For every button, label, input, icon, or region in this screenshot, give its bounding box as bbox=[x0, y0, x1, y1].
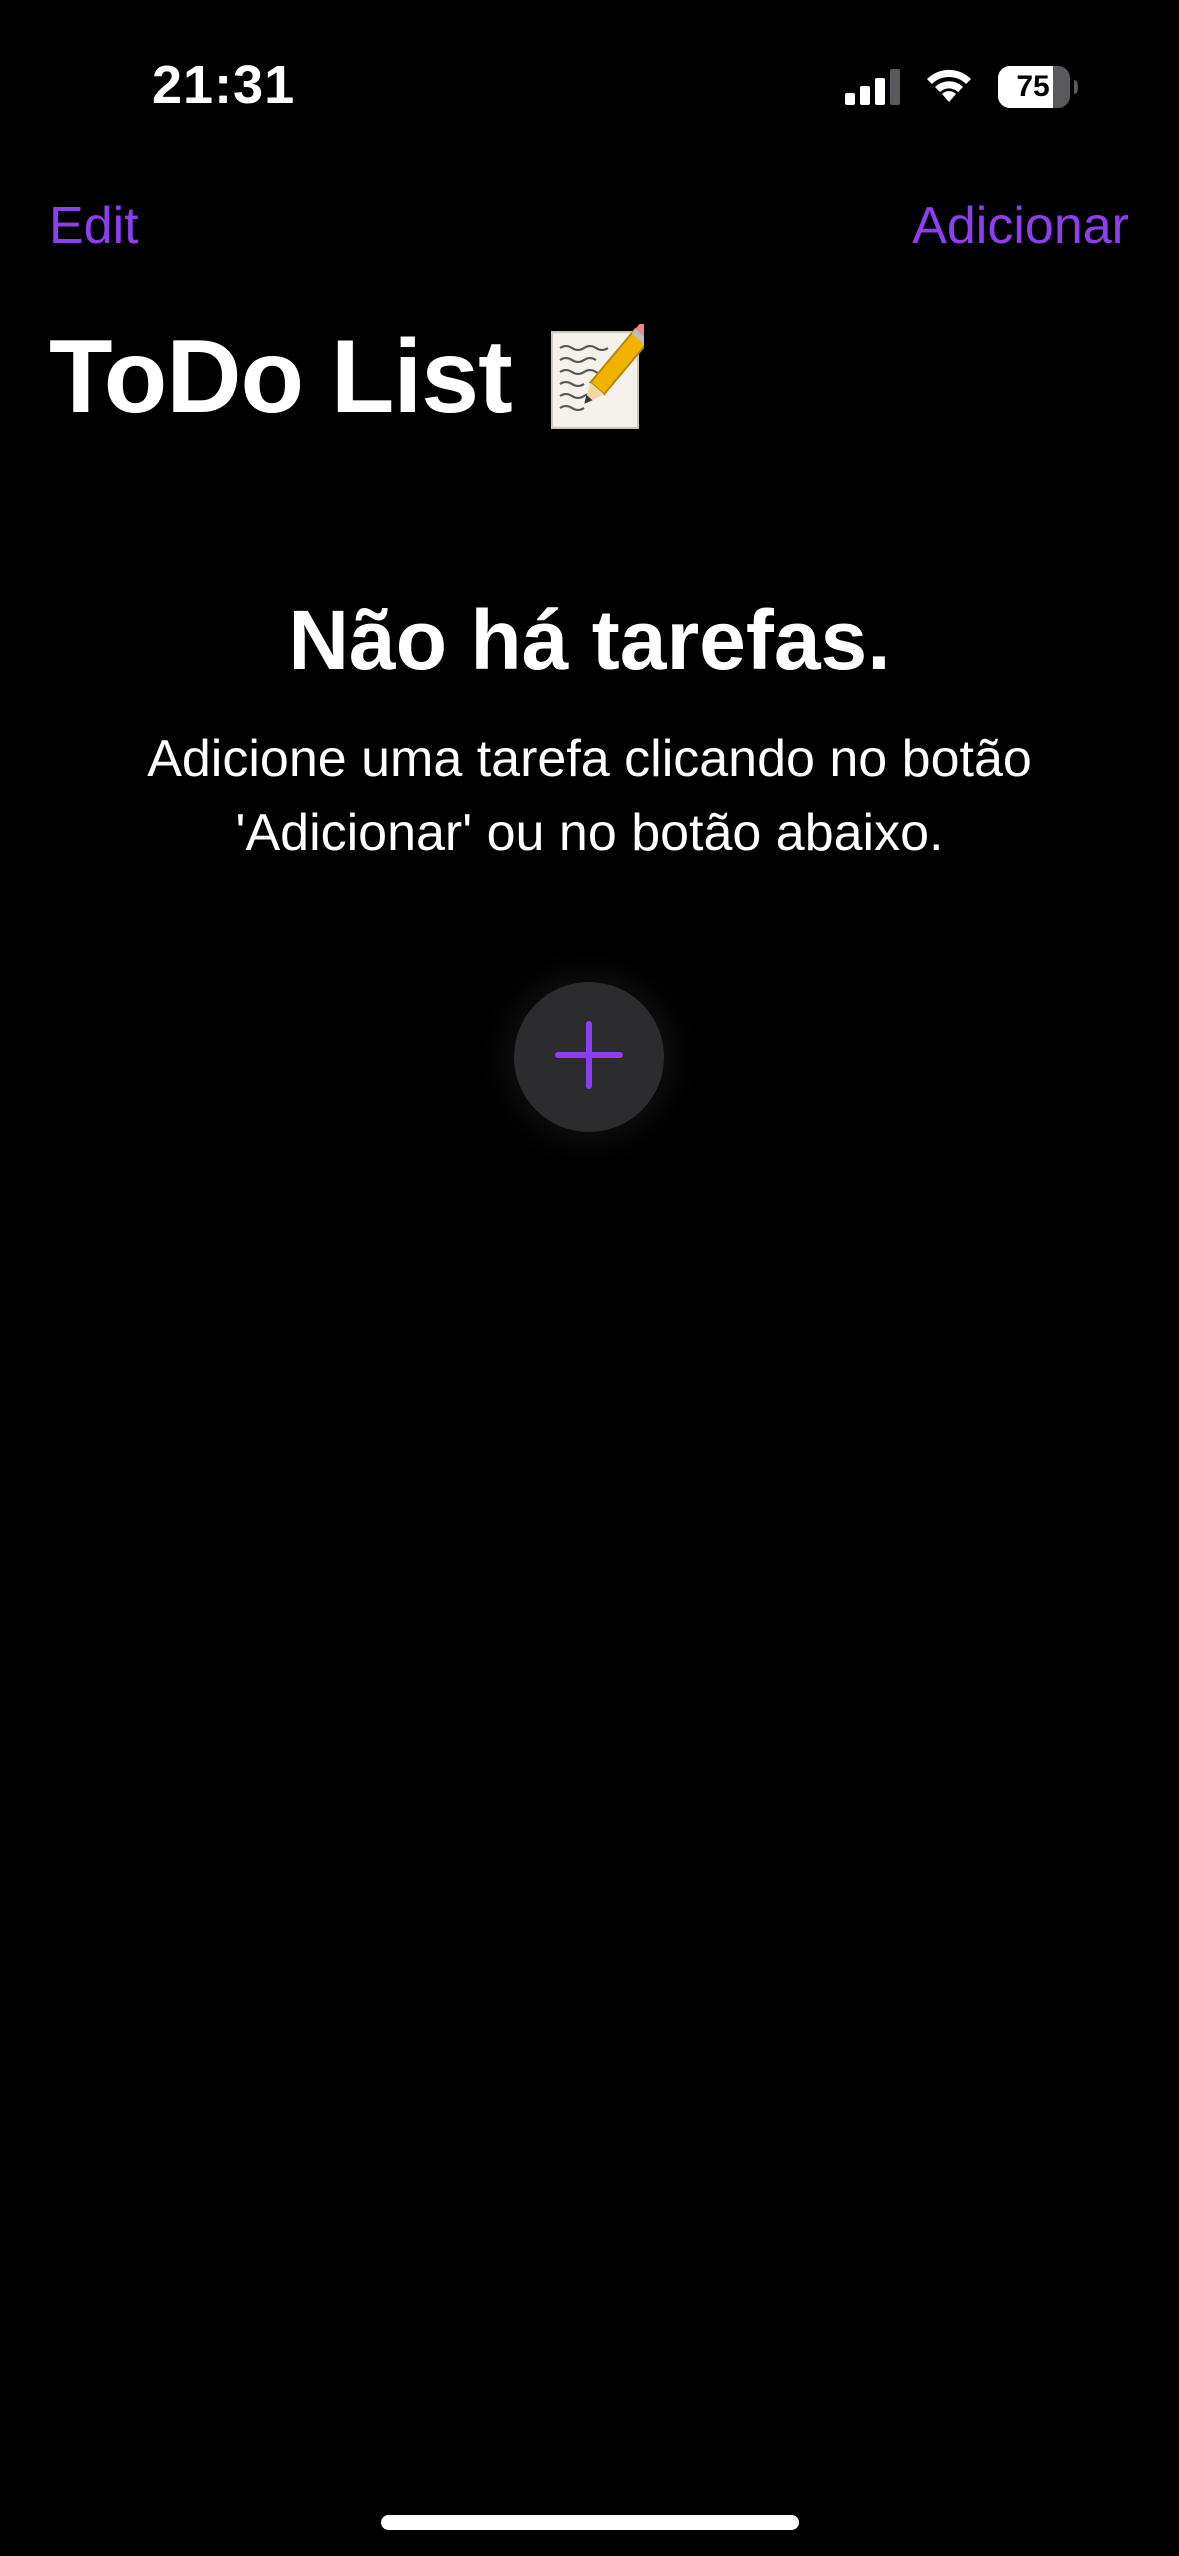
signal-icon bbox=[845, 69, 901, 105]
empty-state-title: Não há tarefas. bbox=[288, 593, 891, 687]
page-title: ToDo List bbox=[49, 318, 656, 437]
add-button[interactable]: Adicionar bbox=[912, 196, 1129, 256]
empty-state-description: Adicione uma tarefa clicando no botão 'A… bbox=[147, 730, 1032, 862]
edit-button[interactable]: Edit bbox=[49, 196, 139, 256]
page-title-text: ToDo List bbox=[49, 319, 513, 435]
plus-icon bbox=[551, 1017, 627, 1098]
battery-icon: 75 bbox=[997, 65, 1079, 109]
memo-icon bbox=[548, 320, 656, 432]
status-bar: 21:31 75 bbox=[0, 0, 1179, 150]
wifi-icon bbox=[923, 68, 975, 106]
add-task-button[interactable] bbox=[514, 982, 664, 1132]
status-time: 21:31 bbox=[152, 55, 296, 115]
home-indicator[interactable] bbox=[381, 2515, 799, 2530]
status-icons: 75 bbox=[845, 64, 1079, 110]
battery-level: 75 bbox=[1016, 70, 1050, 103]
